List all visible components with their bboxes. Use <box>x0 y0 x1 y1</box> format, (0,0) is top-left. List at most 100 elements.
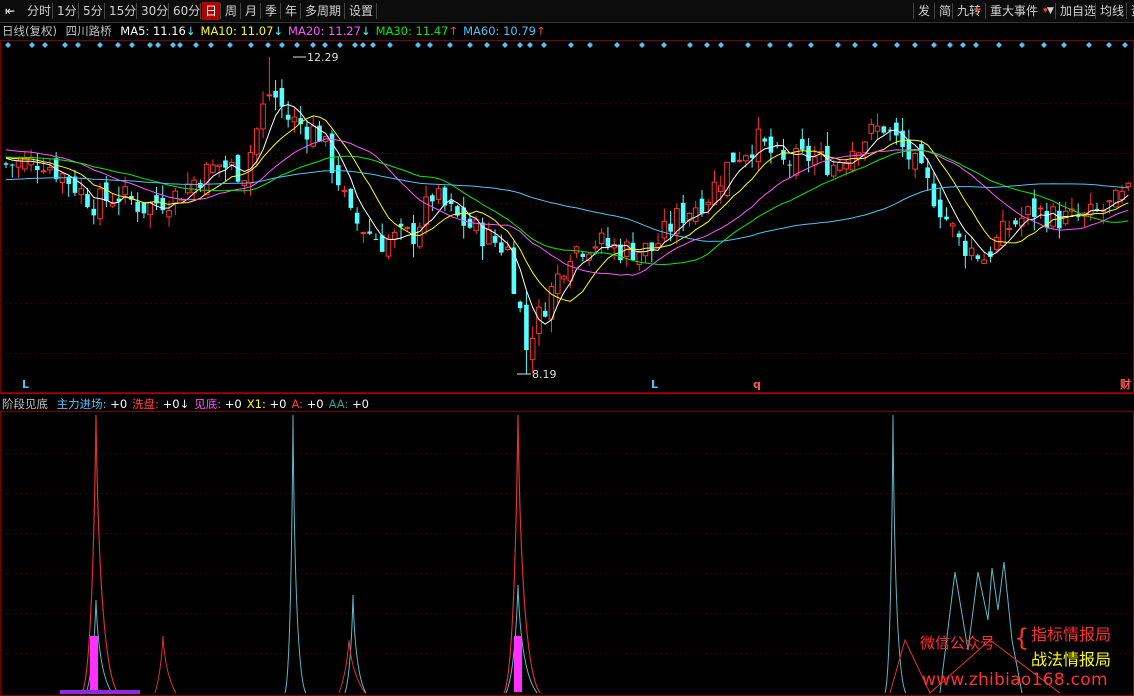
candle-body <box>266 94 273 97</box>
candle-body <box>968 247 975 257</box>
signal-diamond-icon <box>639 42 645 48</box>
candle-body <box>1031 198 1037 217</box>
period-tab[interactable]: 季 <box>262 2 280 20</box>
signal-diamond-icon <box>155 42 161 48</box>
candle-body <box>354 212 360 224</box>
signal-diamond-icon <box>541 42 547 48</box>
dropdown-chevron-icon[interactable]: ▾ <box>975 2 980 20</box>
high-price-label: 12.29 <box>307 51 339 64</box>
candle-body <box>499 242 504 253</box>
candle-body <box>692 207 699 222</box>
period-tab[interactable]: 日 <box>202 2 221 20</box>
signal-diamond-icon <box>973 42 979 48</box>
kline-chart[interactable]: 12.29 8.19 L Lq 财 <box>0 0 1134 696</box>
stock-name: 四川路桥 <box>65 24 112 38</box>
back-arrow-icon[interactable]: ⇤ <box>2 2 18 20</box>
candle-body <box>1125 182 1132 187</box>
period-tab[interactable]: 15分 <box>106 2 139 20</box>
signal-diamond-icon <box>1061 42 1067 48</box>
candle-body <box>743 155 749 162</box>
indicator-legend-item: 洗盘: +0↓ <box>132 397 190 411</box>
indicator-legend-item: 见底: +0 <box>194 397 242 411</box>
candle-body <box>172 190 179 204</box>
candle-body <box>862 141 868 154</box>
signal-diamond-icon <box>1019 42 1025 48</box>
signal-diamond-icon <box>960 42 966 48</box>
candle-body <box>435 188 442 200</box>
candle-body <box>580 253 586 257</box>
candle-body <box>141 202 147 214</box>
candle-body <box>711 181 718 205</box>
toolbar-right-item[interactable]: 加自选 <box>1057 2 1099 20</box>
period-tab[interactable]: 多周期 <box>302 2 344 20</box>
period-tab[interactable]: 30分 <box>138 2 171 20</box>
candle-body <box>360 231 367 234</box>
candle-body <box>379 235 385 252</box>
candle-body <box>642 242 649 257</box>
toolbar-right-item[interactable]: 均线 <box>1097 2 1127 20</box>
signal-diamond-icon <box>147 42 153 48</box>
candle-body <box>336 165 341 186</box>
period-tab[interactable]: 周 <box>222 2 240 20</box>
signal-diamond-icon <box>587 42 593 48</box>
signal-diamond-icon <box>568 42 574 48</box>
ma-legend-item: MA20: 11.27↓ <box>288 24 371 38</box>
candle-body <box>705 201 712 206</box>
dropdown-chevron-icon[interactable]: ▼ <box>1047 2 1054 20</box>
candle-body <box>404 226 411 229</box>
signal-diamond-icon <box>931 42 937 48</box>
signal-diamond-icon <box>447 42 453 48</box>
indicator-spike <box>344 594 367 694</box>
candle-body <box>423 196 429 226</box>
period-tab[interactable]: 年 <box>282 2 300 20</box>
candle-body <box>661 220 668 239</box>
signal-diamond-icon <box>767 42 773 48</box>
signal-diamond-icon <box>129 42 135 48</box>
candle-body <box>166 210 172 218</box>
signal-diamond-icon <box>294 42 300 48</box>
candle-body <box>279 88 285 107</box>
period-tab[interactable]: 1分 <box>54 2 80 20</box>
period-tab[interactable]: 设置 <box>346 2 376 20</box>
candle-body <box>949 223 956 227</box>
bottom-signal-bar <box>514 636 522 692</box>
toolbar-right-item[interactable]: 资 <box>1128 2 1134 20</box>
candle-body <box>1013 220 1018 225</box>
bottom-marker: L <box>22 378 29 391</box>
ma-legend-item: MA30: 11.47↑ <box>375 24 459 38</box>
candle-body <box>1037 207 1044 210</box>
toolbar-right-item[interactable]: 发 <box>915 2 933 20</box>
candle-body <box>216 164 222 168</box>
candle-body <box>40 170 47 173</box>
signal-diamond-icon <box>322 42 328 48</box>
period-tab[interactable]: 月 <box>242 2 260 20</box>
candle-body <box>260 103 266 130</box>
indicator-subchart <box>60 414 1061 694</box>
candle-body <box>109 203 116 207</box>
candle-body <box>1106 200 1113 203</box>
candle-body <box>1087 203 1094 216</box>
indicator-legend-item: A: +0 <box>291 397 324 411</box>
signal-diamond-icon <box>502 42 508 48</box>
signal-diamond-icon <box>115 42 121 48</box>
candle-body <box>191 179 197 194</box>
candle-body <box>348 189 354 208</box>
period-tab[interactable]: 5分 <box>80 2 106 20</box>
ma20-line <box>5 138 1129 276</box>
period-tab[interactable]: 60分 <box>170 2 203 20</box>
candle-body <box>993 237 1000 251</box>
bottom-signal-bar <box>60 690 140 694</box>
signal-diamond-icon <box>42 42 48 48</box>
candle-body <box>1025 206 1031 216</box>
ma5-line <box>5 103 1129 325</box>
period-tab[interactable]: 分时 <box>24 2 54 20</box>
ma-legend-item: MA10: 11.07↓ <box>200 24 284 38</box>
signal-diamond-icon <box>1122 42 1128 48</box>
signal-diamond-icon <box>872 42 878 48</box>
candle-body <box>373 239 379 241</box>
toolbar-right-item[interactable]: 重大事件 <box>987 2 1041 20</box>
signal-diamond-icon <box>687 42 693 48</box>
signal-diamond-icon <box>745 42 751 48</box>
signal-diamond-icon <box>360 42 366 48</box>
watermark-url: www.zhibiao168.com <box>922 670 1108 690</box>
